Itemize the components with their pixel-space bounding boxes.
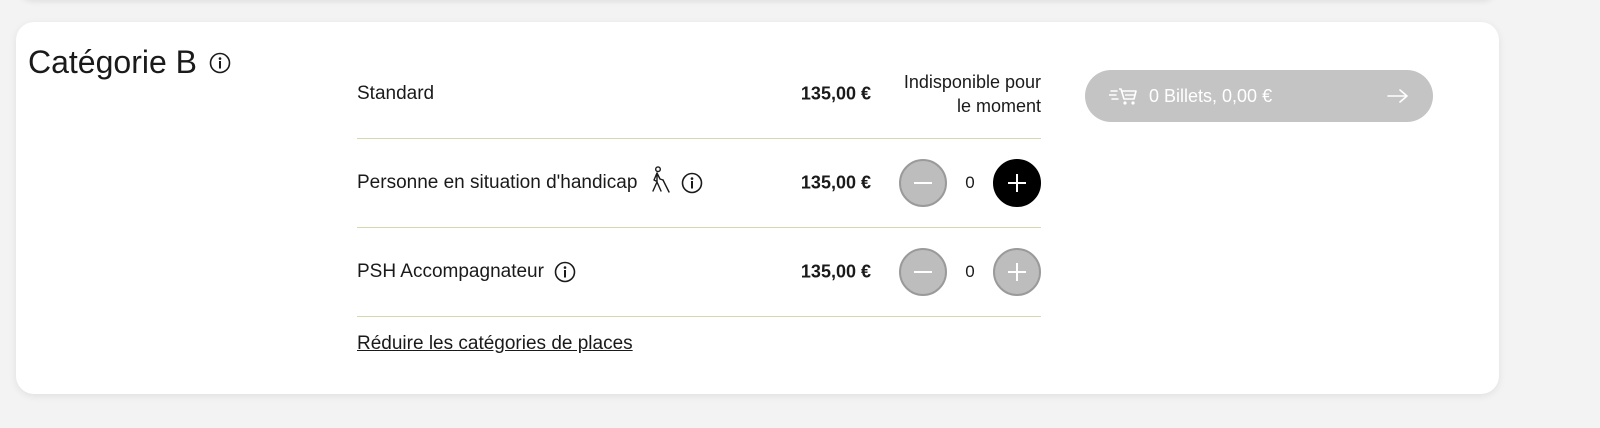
ticket-row-psh-accompagnateur: PSH Accompagnateur 135,00 € 0 xyxy=(357,228,1041,317)
minus-icon xyxy=(914,182,932,184)
ticket-label: Standard xyxy=(357,83,434,105)
ticket-price: 135,00 € xyxy=(800,172,871,193)
unavailable-status: Indisponible pour le moment xyxy=(871,70,1041,118)
status-line-1: Indisponible pour xyxy=(903,72,1041,92)
ticket-label: Personne en situation d'handicap xyxy=(357,166,703,200)
ticket-name: Personne en situation d'handicap xyxy=(357,172,638,193)
ticket-price: 135,00 € xyxy=(800,261,871,282)
ticket-row-standard: Standard 135,00 € Indisponible pour le m… xyxy=(357,50,1041,139)
cart-icon xyxy=(1108,86,1137,106)
quantity-value: 0 xyxy=(965,262,975,281)
accessibility-icon xyxy=(647,166,671,200)
ticket-name: PSH Accompagnateur xyxy=(357,261,544,282)
minus-icon xyxy=(914,271,932,273)
reduce-categories-link[interactable]: Réduire les catégories de places xyxy=(357,333,633,355)
ticket-row-handicap: Personne en situation d'handicap 135,00 … xyxy=(357,139,1041,228)
quantity-value: 0 xyxy=(965,173,975,192)
plus-icon xyxy=(1008,263,1026,281)
plus-icon xyxy=(1008,174,1026,192)
increment-button[interactable] xyxy=(993,159,1041,207)
category-title: Catégorie B xyxy=(28,44,197,80)
ticket-name: Standard xyxy=(357,83,435,104)
status-line-2: le moment xyxy=(956,96,1041,116)
ticket-list: Standard 135,00 € Indisponible pour le m… xyxy=(357,50,1041,317)
cart-button[interactable]: 0 Billets, 0,00 € xyxy=(1085,70,1433,122)
cart-summary: 0 Billets, 0,00 € xyxy=(1149,85,1273,106)
ticket-label: PSH Accompagnateur xyxy=(357,261,576,283)
arrow-right-icon xyxy=(1387,88,1409,104)
decrement-button[interactable] xyxy=(899,248,947,296)
quantity-stepper: 0 xyxy=(899,248,1041,296)
info-icon[interactable] xyxy=(209,52,231,74)
info-icon[interactable] xyxy=(681,172,703,194)
increment-button[interactable] xyxy=(993,248,1041,296)
category-header: Catégorie B xyxy=(28,44,231,81)
ticket-price: 135,00 € xyxy=(800,83,871,104)
info-icon[interactable] xyxy=(554,261,576,283)
decrement-button[interactable] xyxy=(899,159,947,207)
quantity-stepper: 0 xyxy=(899,159,1041,207)
